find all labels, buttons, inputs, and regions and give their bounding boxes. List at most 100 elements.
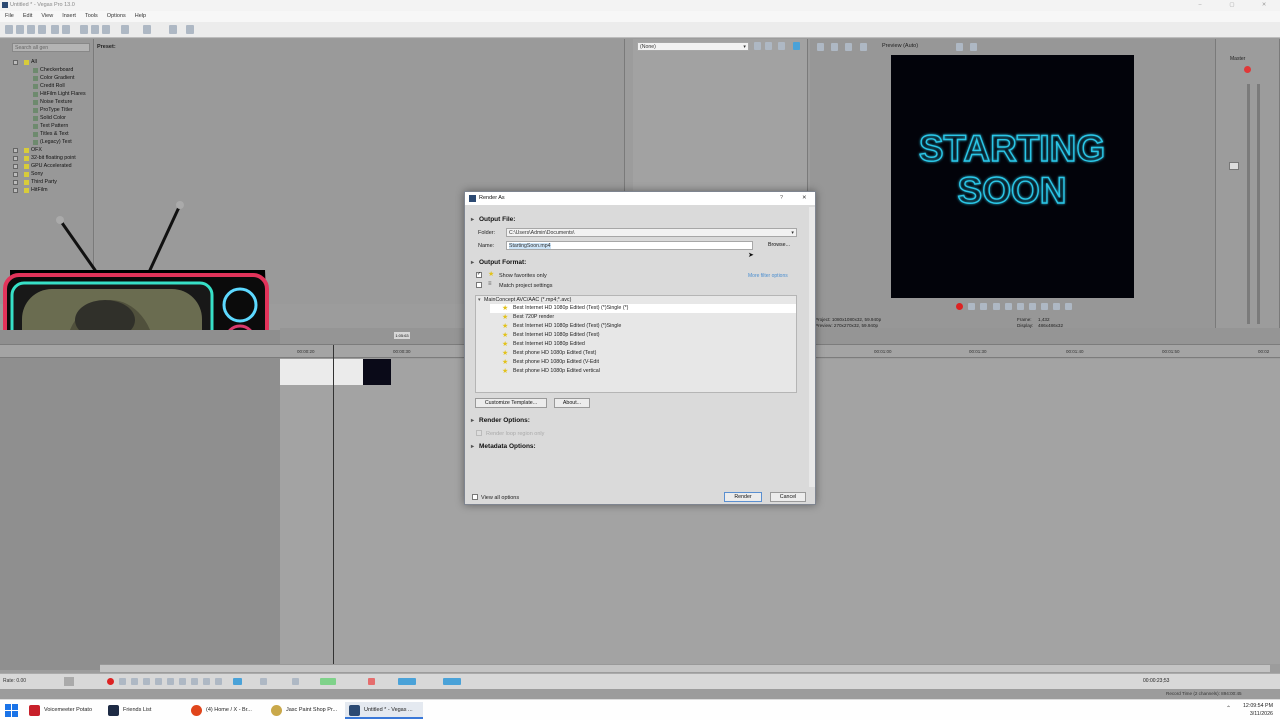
timeline-marker[interactable]: 1:05:63 <box>394 332 410 339</box>
preview-overlay-icon[interactable] <box>860 43 867 51</box>
render-options-section[interactable]: Render Options: <box>471 417 530 424</box>
metadata-options-section[interactable]: Metadata Options: <box>471 443 536 450</box>
name-field[interactable]: StartingSoon.mp4 <box>506 241 753 250</box>
favorite-star-icon[interactable]: ★ <box>502 305 509 312</box>
properties-icon[interactable] <box>51 25 59 34</box>
tree-group-gpu[interactable]: GPU Accelerated <box>24 163 72 169</box>
snapshot-icon[interactable] <box>956 43 963 51</box>
match-project-checkbox[interactable] <box>476 282 482 288</box>
save-icon[interactable] <box>27 25 35 34</box>
tree-root-all[interactable]: All <box>24 59 37 65</box>
tree-item-checkerboard[interactable]: Checkerboard <box>32 67 73 73</box>
template-item[interactable]: Best Internet HD 1080p Edited (Test) (*)… <box>513 323 621 329</box>
favorite-star-icon[interactable]: ★ <box>502 350 509 357</box>
collapse-icon[interactable]: ▾ <box>478 297 481 303</box>
menu-options[interactable]: Options <box>107 13 126 19</box>
favorite-star-icon[interactable]: ★ <box>502 314 509 321</box>
render-button[interactable]: Render <box>724 492 762 502</box>
preview-ext-icon[interactable] <box>831 43 838 51</box>
task-friends-list[interactable]: Friends List <box>104 702 187 719</box>
favorite-star-icon[interactable]: ★ <box>502 359 509 366</box>
favorite-star-icon[interactable]: ★ <box>502 332 509 339</box>
tree-expander-third-party[interactable] <box>13 180 18 185</box>
envelope-tool-icon[interactable] <box>260 678 267 685</box>
help-cursor-icon[interactable] <box>186 25 194 34</box>
undo-icon[interactable] <box>121 25 129 34</box>
tree-item-noise-texture[interactable]: Noise Texture <box>32 99 72 105</box>
loop-icon[interactable] <box>968 303 975 310</box>
delete-icon[interactable] <box>292 678 299 685</box>
template-item[interactable]: Best Internet HD 1080p Edited (Test) (*)… <box>513 305 628 311</box>
transport-start-icon[interactable] <box>179 678 186 685</box>
split-icon[interactable] <box>320 678 336 685</box>
tree-item-titles-text[interactable]: Titles & Text <box>33 131 69 137</box>
save-as-icon[interactable] <box>38 25 46 34</box>
playhead-cursor[interactable] <box>333 345 334 664</box>
redo-icon[interactable] <box>143 25 151 34</box>
open-icon[interactable] <box>16 25 24 34</box>
cancel-button[interactable]: Cancel <box>770 492 806 502</box>
tree-group-32bit[interactable]: 32-bit floating point <box>24 155 76 161</box>
stop-icon[interactable] <box>1017 303 1024 310</box>
next-frame-icon[interactable] <box>1041 303 1048 310</box>
play-from-start-icon[interactable] <box>980 303 987 310</box>
favorite-star-icon[interactable]: ★ <box>502 341 509 348</box>
customize-template-button[interactable]: Customize Template... <box>475 398 547 408</box>
fx-bypass-icon[interactable] <box>778 42 785 50</box>
tree-item-legacy-text[interactable]: (Legacy) Text <box>33 139 72 145</box>
transport-stop-icon[interactable] <box>167 678 174 685</box>
view-all-checkbox[interactable] <box>472 494 478 500</box>
tree-expander-gpu[interactable] <box>13 164 18 169</box>
template-item[interactable]: Best 720P render <box>513 314 554 320</box>
template-item[interactable]: Best Internet HD 1080p Edited <box>513 341 585 347</box>
transport-loop-icon[interactable] <box>119 678 126 685</box>
output-file-section[interactable]: Output File: <box>471 216 516 223</box>
fx-split-icon[interactable] <box>793 42 800 50</box>
task-vegas[interactable]: Untitled * - Vegas ... <box>345 702 423 719</box>
about-button[interactable]: About... <box>554 398 590 408</box>
record-icon[interactable] <box>956 303 963 310</box>
transport-pause-icon[interactable] <box>155 678 162 685</box>
cut-icon[interactable] <box>80 25 88 34</box>
favorite-star-icon[interactable]: ★ <box>502 368 509 375</box>
menu-help[interactable]: Help <box>135 13 146 19</box>
close-window-icon[interactable]: ✕ <box>1252 0 1276 11</box>
clock-date[interactable]: 3/11/2026 <box>1235 711 1273 717</box>
tree-expander-sony[interactable] <box>13 172 18 177</box>
menu-tools[interactable]: Tools <box>85 13 98 19</box>
dialog-scrollbar[interactable] <box>809 207 815 487</box>
paste-icon[interactable] <box>102 25 110 34</box>
tree-item-protype-titler[interactable]: ProType Titler <box>33 107 73 113</box>
tree-group-hitfilm[interactable]: HitFilm <box>23 187 47 193</box>
tray-chevron-icon[interactable]: ⌃ <box>1226 705 1231 712</box>
master-fader[interactable] <box>1229 162 1239 170</box>
menu-view[interactable]: View <box>41 13 53 19</box>
output-format-section[interactable]: Output Format: <box>471 259 526 266</box>
tree-expander-all[interactable] <box>13 60 18 65</box>
edit-tool-icon[interactable] <box>233 678 242 685</box>
clock-time[interactable]: 12:09:54 PM <box>1235 703 1273 709</box>
render-icon[interactable] <box>62 25 70 34</box>
search-input[interactable]: Search all gen <box>12 43 90 52</box>
maximize-icon[interactable]: ▢ <box>1220 0 1244 11</box>
transport-play-start-icon[interactable] <box>131 678 138 685</box>
task-voicemeeter[interactable]: Voicemeeter Potato <box>25 702 102 719</box>
rate-slider[interactable] <box>64 677 74 686</box>
render-loop-checkbox[interactable] <box>476 430 482 436</box>
template-item[interactable]: Best Internet HD 1080p Edited (Test) <box>513 332 600 338</box>
go-to-end-icon[interactable] <box>1053 303 1060 310</box>
task-paint-shop[interactable]: Jasc Paint Shop Pr... <box>267 702 345 719</box>
minimize-icon[interactable]: – <box>1188 0 1212 11</box>
tree-group-third-party[interactable]: Third Party <box>24 179 57 185</box>
timeline-scrollbar[interactable] <box>100 664 1270 672</box>
play-icon[interactable] <box>993 303 1000 310</box>
new-icon[interactable] <box>5 25 13 34</box>
dialog-help-icon[interactable]: ? <box>780 192 783 205</box>
step-icon[interactable] <box>1065 303 1072 310</box>
transport-end-icon[interactable] <box>191 678 198 685</box>
more-filter-options-link[interactable]: More filter options <box>748 273 788 279</box>
video-event[interactable] <box>280 359 363 385</box>
menu-edit[interactable]: Edit <box>23 13 32 19</box>
fx-chain-icon[interactable] <box>754 42 761 50</box>
format-group[interactable]: MainConcept AVC/AAC (*.mp4;*.avc) <box>484 297 571 303</box>
